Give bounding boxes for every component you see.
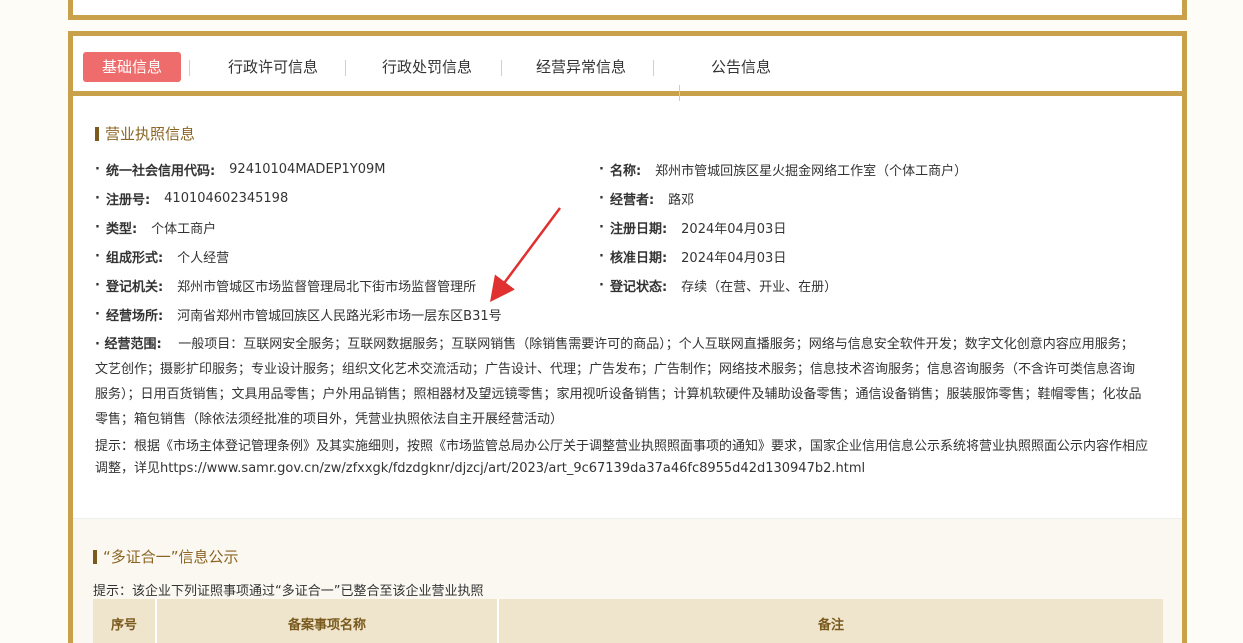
field-authority: · 登记机关: 郑州市管城区市场监督管理局北下街市场监督管理所 [95, 278, 477, 295]
top-card [68, 0, 1187, 20]
field-label: 登记机关: [105, 280, 164, 295]
field-value: 河南省郑州市管城回族区人民路光彩市场一层东区B31号 [177, 309, 502, 324]
field-value: 2024年04月03日 [681, 251, 787, 266]
field-label: 类型: [105, 222, 138, 237]
business-scope: · 经营范围: 一般项目：互联网安全服务；互联网数据服务；互联网销售（除销售需要… [95, 337, 1142, 427]
license-section-title: 营业执照信息 [95, 123, 195, 144]
tab-basic-info[interactable]: 基础信息 [83, 52, 181, 82]
license-tip: 提示：根据《市场主体登记管理条例》及其实施细则，按照《市场监管总局办公厅关于调整… [95, 439, 1149, 476]
field-label: 名称: [609, 164, 642, 179]
multi-cert-section: “多证合一”信息公示 提示：该企业下列证照事项通过“多证合一”已整合至该企业营业… [73, 518, 1182, 643]
tab-separator [345, 60, 346, 76]
field-label: 统一社会信用代码: [105, 164, 216, 179]
tab-abnormal-ops[interactable]: 经营异常信息 [521, 52, 641, 82]
title-marker [95, 126, 99, 141]
field-value: 存续（在营、开业、在册） [681, 280, 838, 295]
column-header: 备注 [817, 617, 844, 633]
field-label: 登记状态: [609, 280, 668, 295]
tab-separator [501, 60, 502, 76]
field-label: 经营者: [609, 193, 655, 208]
business-scope-value: 一般项目：互联网安全服务；互联网数据服务；互联网销售（除销售需要许可的商品）；个… [95, 337, 1142, 427]
multi-cert-title-text: “多证合一”信息公示 [103, 548, 239, 566]
tab-admin-license[interactable]: 行政许可信息 [213, 52, 333, 82]
column-header: 备案事项名称 [157, 599, 499, 643]
field-label: 注册号: [105, 193, 151, 208]
tab-separator [653, 60, 654, 76]
field-reg-date: · 注册日期: 2024年04月03日 [599, 220, 787, 237]
multi-cert-table-header: 序号 备案事项名称 备注 [93, 599, 1163, 643]
column-header: 序号 [93, 599, 157, 643]
field-value: 个人经营 [177, 251, 230, 266]
license-section-title-text: 营业执照信息 [105, 125, 196, 143]
field-value: 郑州市管城回族区星火掘金网络工作室（个体工商户） [655, 164, 968, 179]
field-value: 92410104MADEP1Y09M [229, 162, 386, 177]
field-value: 个体工商户 [151, 222, 217, 237]
field-approve-date: · 核准日期: 2024年04月03日 [599, 249, 787, 266]
business-scope-label: 经营范围: [104, 337, 162, 352]
field-address: · 经营场所: 河南省郑州市管城回族区人民路光彩市场一层东区B31号 [95, 307, 502, 324]
main-card: 基础信息 行政许可信息 行政处罚信息 经营异常信息 公告信息 营业执照信息 · 统… [68, 31, 1187, 643]
tab-separator [189, 60, 190, 76]
field-operator: · 经营者: 路邓 [599, 191, 695, 208]
field-value: 2024年04月03日 [681, 222, 787, 237]
field-form: · 组成形式: 个人经营 [95, 249, 230, 266]
field-type: · 类型: 个体工商户 [95, 220, 217, 237]
field-value: 路邓 [668, 193, 695, 208]
field-credit-code: · 统一社会信用代码: 92410104MADEP1Y09M [95, 162, 386, 179]
field-value: 郑州市管城区市场监督管理局北下街市场监督管理所 [177, 280, 477, 295]
field-label: 组成形式: [105, 251, 164, 266]
tab-admin-penalty[interactable]: 行政处罚信息 [367, 52, 487, 82]
tab-divider-tick [679, 85, 680, 101]
multi-cert-tip: 提示：该企业下列证照事项通过“多证合一”已整合至该企业营业执照 [93, 584, 484, 599]
field-value: 410104602345198 [164, 191, 289, 206]
field-reg-no: · 注册号: 410104602345198 [95, 191, 289, 208]
multi-cert-title: “多证合一”信息公示 [93, 546, 239, 567]
field-name: · 名称: 郑州市管城回族区星火掘金网络工作室（个体工商户） [599, 162, 968, 179]
field-status: · 登记状态: 存续（在营、开业、在册） [599, 278, 838, 295]
tab-bar: 基础信息 行政许可信息 行政处罚信息 经营异常信息 公告信息 [73, 36, 1182, 101]
field-label: 经营场所: [105, 309, 164, 324]
tab-announcement[interactable]: 公告信息 [681, 52, 801, 82]
field-label: 注册日期: [609, 222, 668, 237]
title-marker [93, 549, 97, 564]
field-label: 核准日期: [609, 251, 668, 266]
